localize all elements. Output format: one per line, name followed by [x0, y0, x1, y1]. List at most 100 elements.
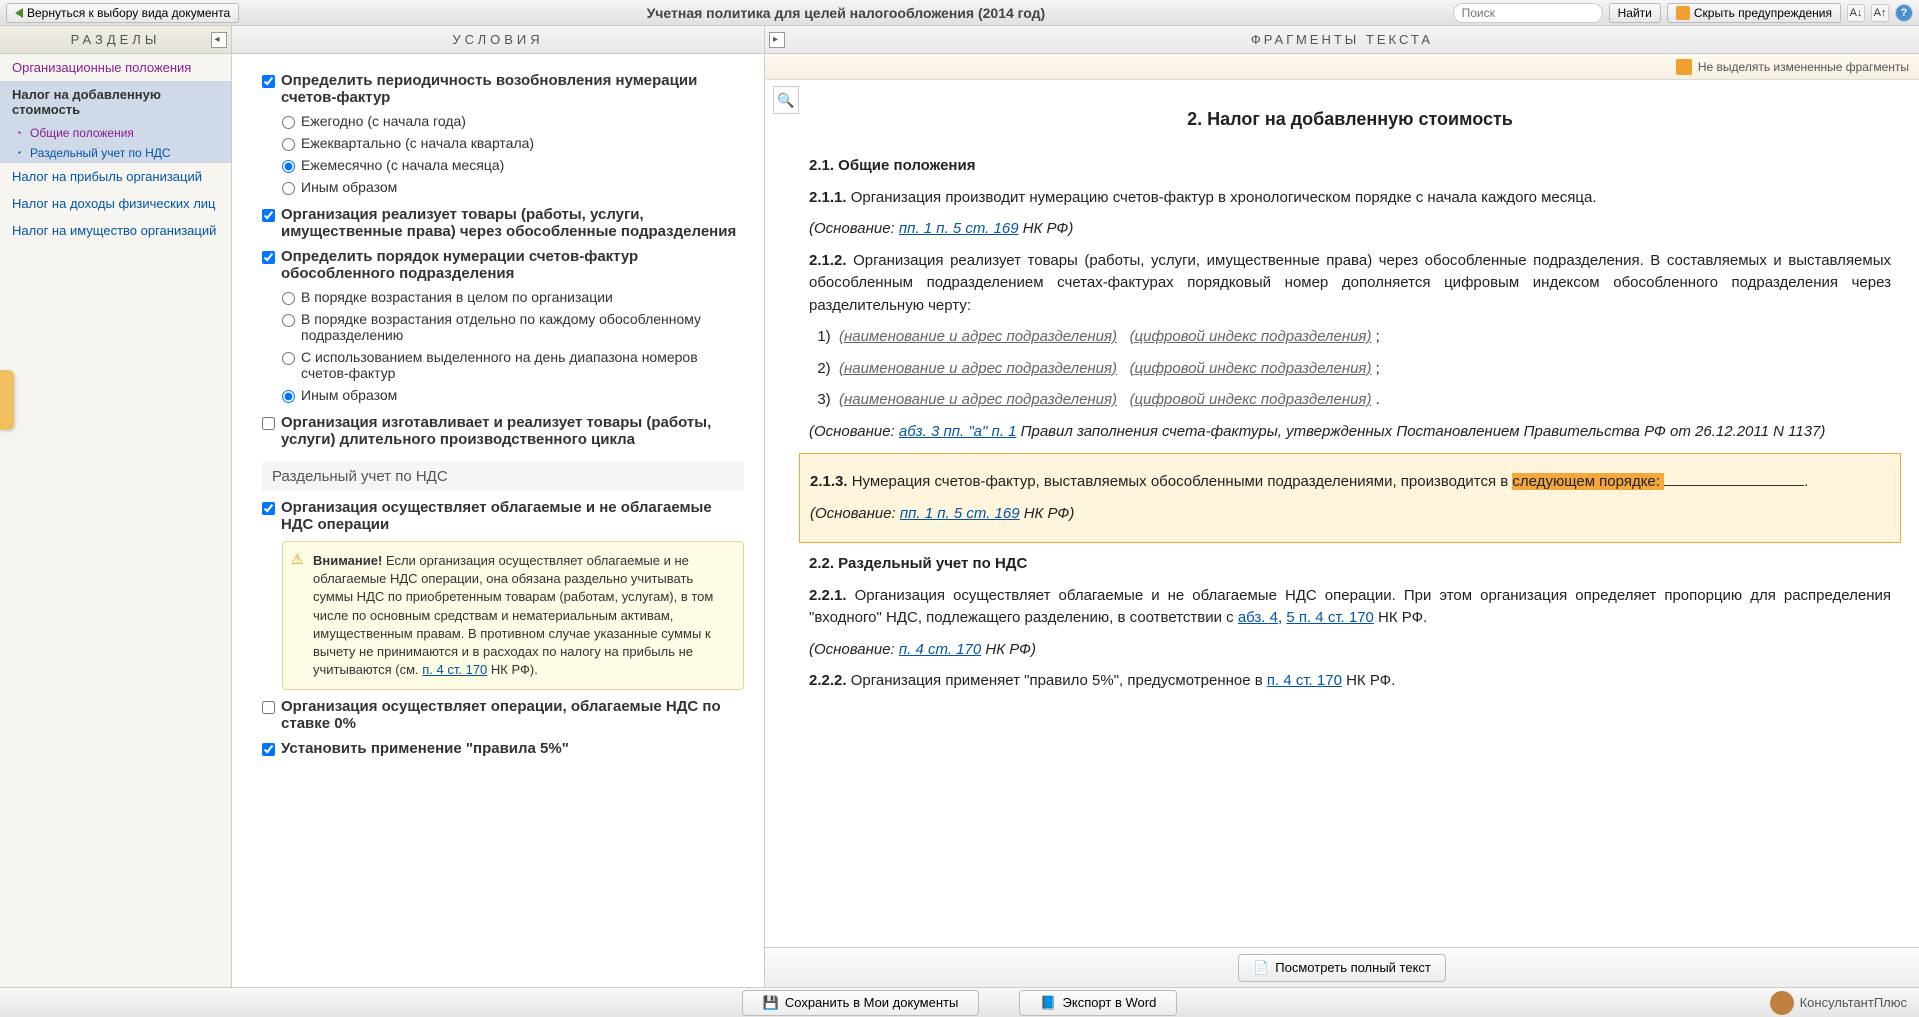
- q4-label: Организация изготавливает и реализует то…: [281, 414, 744, 448]
- hide-label: Скрыть предупреждения: [1694, 6, 1832, 20]
- radio-option[interactable]: Ежеквартально (с начала квартала): [262, 132, 744, 154]
- link-abz3[interactable]: абз. 3 пп. "а" п. 1: [899, 423, 1017, 440]
- sidebar-subitem[interactable]: Общие положения: [0, 123, 231, 143]
- q1-label: Определить периодичность возобновления н…: [281, 72, 744, 106]
- link-170-2[interactable]: п. 4 ст. 170: [899, 641, 981, 658]
- q3-checkbox[interactable]: [262, 251, 275, 264]
- radio[interactable]: [282, 292, 295, 305]
- sidebar: РАЗДЕЛЫ◂ Организационные положенияНалог …: [0, 26, 232, 987]
- q6-label: Организация осуществляет операции, облаг…: [281, 698, 744, 732]
- main-area: РАЗДЕЛЫ◂ Организационные положенияНалог …: [0, 26, 1919, 987]
- export-word-button[interactable]: 📘 Экспорт в Word: [1019, 990, 1177, 1016]
- q5-checkbox[interactable]: [262, 502, 275, 515]
- radio[interactable]: [282, 138, 295, 151]
- radio-label: В порядке возрастания в целом по организ…: [301, 289, 613, 305]
- radio-label: Иным образом: [301, 387, 397, 403]
- radio-option[interactable]: В порядке возрастания в целом по организ…: [262, 286, 744, 308]
- full-text-button[interactable]: 📄 Посмотреть полный текст: [1238, 954, 1446, 982]
- osn4: (Основание:: [809, 641, 899, 658]
- arrow-left-icon: [15, 8, 23, 18]
- fragments-expand-icon[interactable]: ▸: [769, 32, 785, 48]
- radio-option[interactable]: Ежемесячно (с начала месяца): [262, 154, 744, 176]
- radio-label: Ежеквартально (с начала квартала): [301, 135, 534, 151]
- help-icon[interactable]: ?: [1895, 4, 1913, 22]
- q4[interactable]: Организация изготавливает и реализует то…: [262, 414, 744, 448]
- radio-option[interactable]: С использованием выделенного на день диа…: [262, 346, 744, 384]
- q1-checkbox[interactable]: [262, 75, 275, 88]
- radio-option[interactable]: Иным образом: [262, 384, 744, 406]
- radio-label: Ежегодно (с начала года): [301, 113, 466, 129]
- link-abz4[interactable]: абз. 4: [1238, 609, 1278, 626]
- radio[interactable]: [282, 116, 295, 129]
- fragments-header: ▸ ФРАГМЕНТЫ ТЕКСТА: [765, 26, 1919, 54]
- highlight-toggle[interactable]: Не выделять измененные фрагменты: [1698, 60, 1909, 74]
- link-170-3[interactable]: п. 4 ст. 170: [1267, 672, 1342, 689]
- radio-option[interactable]: Ежегодно (с начала года): [262, 110, 744, 132]
- font-larger-icon[interactable]: A↑: [1871, 4, 1889, 22]
- q3-label: Определить порядок нумерации счетов-факт…: [281, 248, 744, 282]
- warning-box: Внимание! Внимание! Если организация осу…: [282, 541, 744, 690]
- radio[interactable]: [282, 182, 295, 195]
- search-input[interactable]: [1453, 3, 1603, 23]
- sidebar-header: РАЗДЕЛЫ ◂: [0, 26, 231, 54]
- q6[interactable]: Организация осуществляет операции, облаг…: [262, 698, 744, 732]
- q7-checkbox[interactable]: [262, 743, 275, 756]
- q7[interactable]: Установить применение "правила 5%": [262, 740, 744, 757]
- radio[interactable]: [282, 390, 295, 403]
- sidebar-item[interactable]: Налог на добавленную стоимость: [0, 81, 231, 123]
- p212b: Правил заполнения счета-фактуры, утвержд…: [1016, 423, 1825, 440]
- back-button[interactable]: Вернуться к выбору вида документа: [6, 3, 239, 23]
- q2-label: Организация реализует товары (работы, ус…: [281, 206, 744, 240]
- sidebar-subitem[interactable]: Раздельный учет по НДС: [0, 143, 231, 163]
- sidebar-item[interactable]: Налог на доходы физических лиц: [0, 190, 231, 217]
- q6-checkbox[interactable]: [262, 701, 275, 714]
- sidebar-collapse-icon[interactable]: ◂: [211, 32, 227, 48]
- sidebar-item[interactable]: Налог на имущество организаций: [0, 217, 231, 244]
- radio-option[interactable]: В порядке возрастания отдельно по каждом…: [262, 308, 744, 346]
- magnify-icon[interactable]: 🔍: [773, 86, 799, 114]
- highlight-icon: [1676, 59, 1692, 75]
- top-toolbar: Вернуться к выбору вида документа Учетна…: [0, 0, 1919, 26]
- conditions-panel: УСЛОВИЯ Определить периодичность возобно…: [232, 26, 765, 987]
- nk1: НК РФ): [1019, 220, 1074, 237]
- fill-idx-2: (цифровой индекс подразделения): [1130, 360, 1372, 377]
- radio[interactable]: [282, 314, 295, 327]
- radio-option[interactable]: Иным образом: [262, 176, 744, 198]
- q5[interactable]: Организация осуществляет облагаемые и не…: [262, 499, 744, 533]
- sidebar-item[interactable]: Организационные положения: [0, 54, 231, 81]
- sidebar-header-label: РАЗДЕЛЫ: [71, 32, 161, 47]
- q2[interactable]: Организация реализует товары (работы, ус…: [262, 206, 744, 240]
- find-button[interactable]: Найти: [1609, 3, 1661, 23]
- q7-label: Установить применение "правила 5%": [281, 740, 569, 757]
- font-smaller-icon[interactable]: A↓: [1847, 4, 1865, 22]
- link-169-2[interactable]: пп. 1 п. 5 ст. 169: [900, 505, 1020, 522]
- warn-link[interactable]: п. 4 ст. 170: [422, 662, 487, 677]
- q3[interactable]: Определить порядок нумерации счетов-факт…: [262, 248, 744, 282]
- fragments-subbar: Не выделять измененные фрагменты: [765, 54, 1919, 80]
- blank-line: [1664, 485, 1804, 486]
- radio-label: Иным образом: [301, 179, 397, 195]
- radio-label: С использованием выделенного на день диа…: [301, 349, 744, 381]
- nk2: НК РФ): [1020, 505, 1075, 522]
- doc-heading: 2. Налог на добавленную стоимость: [809, 106, 1891, 133]
- link-169-1[interactable]: пп. 1 п. 5 ст. 169: [899, 220, 1019, 237]
- fragments-header-label: ФРАГМЕНТЫ ТЕКСТА: [1251, 32, 1433, 47]
- side-tab-icon[interactable]: [0, 370, 14, 430]
- save-button[interactable]: 💾 Сохранить в Мои документы: [742, 990, 980, 1016]
- link-170-1[interactable]: 5 п. 4 ст. 170: [1286, 609, 1374, 626]
- document-text[interactable]: 2. Налог на добавленную стоимость 2.1. О…: [765, 80, 1919, 987]
- conditions-body[interactable]: Определить периодичность возобновления н…: [232, 54, 764, 987]
- hide-warnings-button[interactable]: Скрыть предупреждения: [1667, 3, 1841, 23]
- q2-checkbox[interactable]: [262, 209, 275, 222]
- sidebar-item[interactable]: Налог на прибыль организаций: [0, 163, 231, 190]
- q4-checkbox[interactable]: [262, 417, 275, 430]
- conditions-header: УСЛОВИЯ: [232, 26, 764, 54]
- q1[interactable]: Определить периодичность возобновления н…: [262, 72, 744, 106]
- radio[interactable]: [282, 160, 295, 173]
- brand-icon: [1770, 991, 1794, 1015]
- export-label: Экспорт в Word: [1063, 995, 1157, 1010]
- radio[interactable]: [282, 352, 295, 365]
- fill-name-1: (наименование и адрес подразделения): [839, 328, 1117, 345]
- fill-name-3: (наименование и адрес подразделения): [839, 391, 1117, 408]
- sec-21: 2.1. Общие положения: [809, 157, 975, 174]
